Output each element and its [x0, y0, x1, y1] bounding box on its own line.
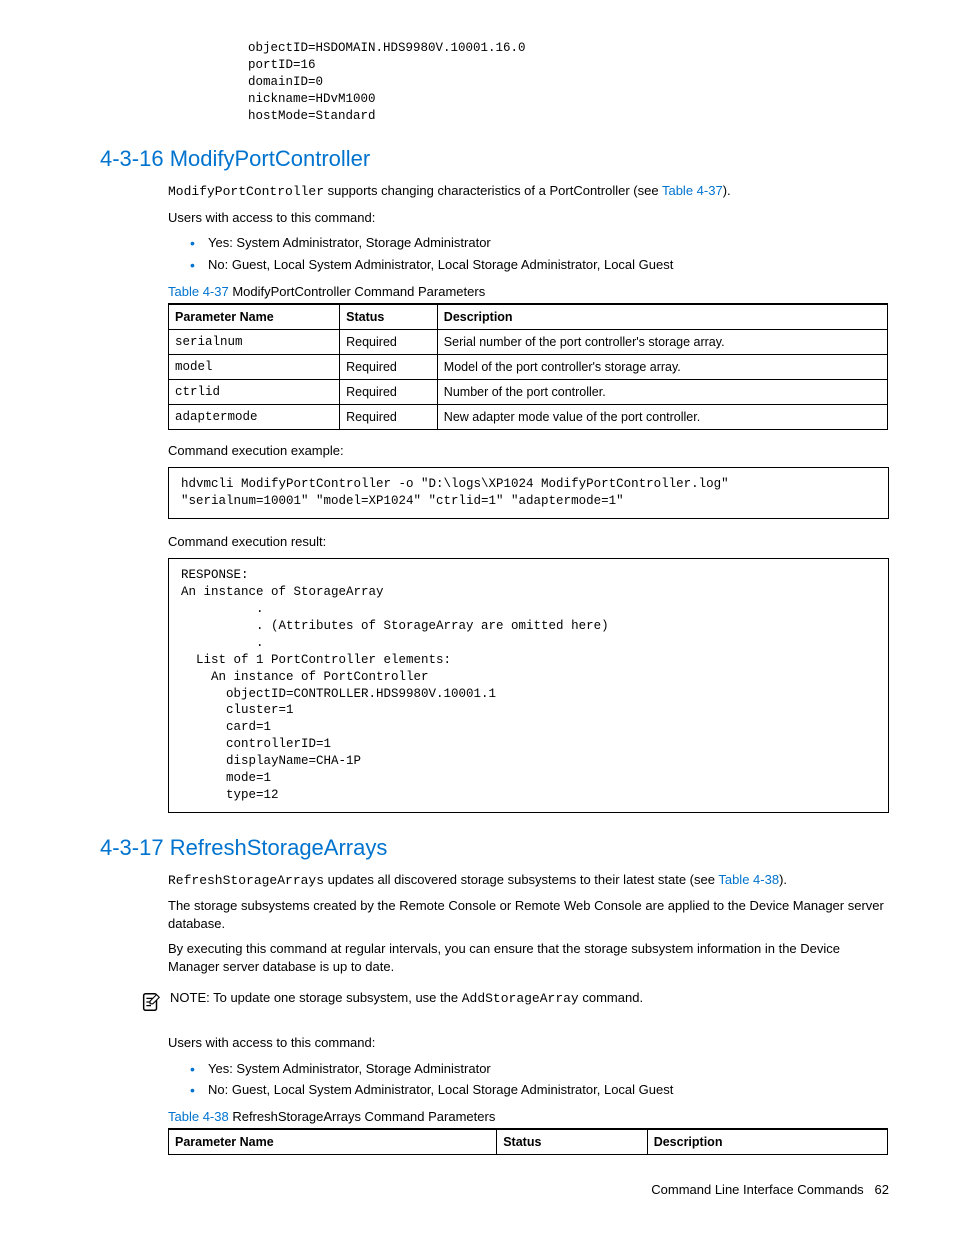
note-block: NOTE: To update one storage subsystem, u… — [140, 989, 889, 1016]
footer-text: Command Line Interface Commands — [651, 1182, 863, 1197]
sec16-exec-result-label: Command execution result: — [168, 533, 889, 551]
table-4-38-caption-link: Table 4-38 — [168, 1109, 229, 1124]
sec16-intro: ModifyPortController supports changing c… — [168, 182, 889, 201]
table-4-37-caption-link: Table 4-37 — [168, 284, 229, 299]
param-desc: Serial number of the port controller's s… — [437, 329, 887, 354]
note-text-1: To update one storage subsystem, use the — [213, 990, 462, 1005]
table-row: serialnum Required Serial number of the … — [169, 329, 888, 354]
param-status: Required — [340, 354, 438, 379]
param-desc: Number of the port controller. — [437, 379, 887, 404]
sec16-intro-cmd: ModifyPortController — [168, 184, 324, 199]
list-item: Yes: System Administrator, Storage Admin… — [208, 1060, 889, 1078]
param-name: ctrlid — [169, 379, 340, 404]
table-4-37: Parameter Name Status Description serial… — [168, 303, 888, 430]
param-status: Required — [340, 329, 438, 354]
sec17-access-list: Yes: System Administrator, Storage Admin… — [168, 1060, 889, 1099]
param-status: Required — [340, 379, 438, 404]
sec16-access-list: Yes: System Administrator, Storage Admin… — [168, 234, 889, 273]
note-text-2: command. — [579, 990, 643, 1005]
sec17-intro-end: ). — [779, 872, 787, 887]
note-icon — [140, 991, 162, 1016]
list-item: No: Guest, Local System Administrator, L… — [208, 1081, 889, 1099]
table-4-38-caption-rest: RefreshStorageArrays Command Parameters — [229, 1109, 496, 1124]
footer-page-number: 62 — [875, 1182, 889, 1197]
param-name: model — [169, 354, 340, 379]
sec16-intro-rest: supports changing characteristics of a P… — [324, 183, 662, 198]
table-header: Parameter Name — [169, 1129, 497, 1155]
param-name: adaptermode — [169, 404, 340, 429]
table-row: adaptermode Required New adapter mode va… — [169, 404, 888, 429]
table-4-38-link[interactable]: Table 4-38 — [718, 872, 779, 887]
table-4-38-caption: Table 4-38 RefreshStorageArrays Command … — [168, 1109, 889, 1124]
sec17-intro: RefreshStorageArrays updates all discove… — [168, 871, 889, 890]
param-desc: Model of the port controller's storage a… — [437, 354, 887, 379]
table-row: ctrlid Required Number of the port contr… — [169, 379, 888, 404]
table-row: model Required Model of the port control… — [169, 354, 888, 379]
table-header: Description — [647, 1129, 887, 1155]
sec17-intro-rest: updates all discovered storage subsystem… — [324, 872, 718, 887]
sec16-access-label: Users with access to this command: — [168, 209, 889, 227]
page-footer: Command Line Interface Commands 62 — [651, 1182, 889, 1197]
note-cmd: AddStorageArray — [462, 991, 579, 1006]
sec17-access-label: Users with access to this command: — [168, 1034, 889, 1052]
section-heading-4-3-17: 4-3-17 RefreshStorageArrays — [100, 835, 889, 861]
sec17-p3: By executing this command at regular int… — [168, 940, 889, 975]
list-item: No: Guest, Local System Administrator, L… — [208, 256, 889, 274]
table-4-37-caption: Table 4-37 ModifyPortController Command … — [168, 284, 889, 299]
sec16-exec-example-code: hdvmcli ModifyPortController -o "D:\logs… — [168, 467, 889, 519]
param-name: serialnum — [169, 329, 340, 354]
table-header: Parameter Name — [169, 304, 340, 330]
section-heading-4-3-16: 4-3-16 ModifyPortController — [100, 146, 889, 172]
table-4-38: Parameter Name Status Description — [168, 1128, 888, 1155]
sec16-exec-example-label: Command execution example: — [168, 442, 889, 460]
table-4-37-link[interactable]: Table 4-37 — [662, 183, 723, 198]
sec16-exec-result-code: RESPONSE: An instance of StorageArray . … — [168, 558, 889, 812]
sec17-p2: The storage subsystems created by the Re… — [168, 897, 889, 932]
list-item: Yes: System Administrator, Storage Admin… — [208, 234, 889, 252]
sec17-intro-cmd: RefreshStorageArrays — [168, 873, 324, 888]
table-header: Description — [437, 304, 887, 330]
table-header: Status — [497, 1129, 647, 1155]
top-code-snippet: objectID=HSDOMAIN.HDS9980V.10001.16.0 po… — [248, 40, 889, 124]
table-4-37-caption-rest: ModifyPortController Command Parameters — [229, 284, 485, 299]
param-status: Required — [340, 404, 438, 429]
param-desc: New adapter mode value of the port contr… — [437, 404, 887, 429]
note-text: NOTE: To update one storage subsystem, u… — [170, 989, 889, 1008]
note-label: NOTE: — [170, 990, 213, 1005]
table-header: Status — [340, 304, 438, 330]
sec16-intro-end: ). — [723, 183, 731, 198]
